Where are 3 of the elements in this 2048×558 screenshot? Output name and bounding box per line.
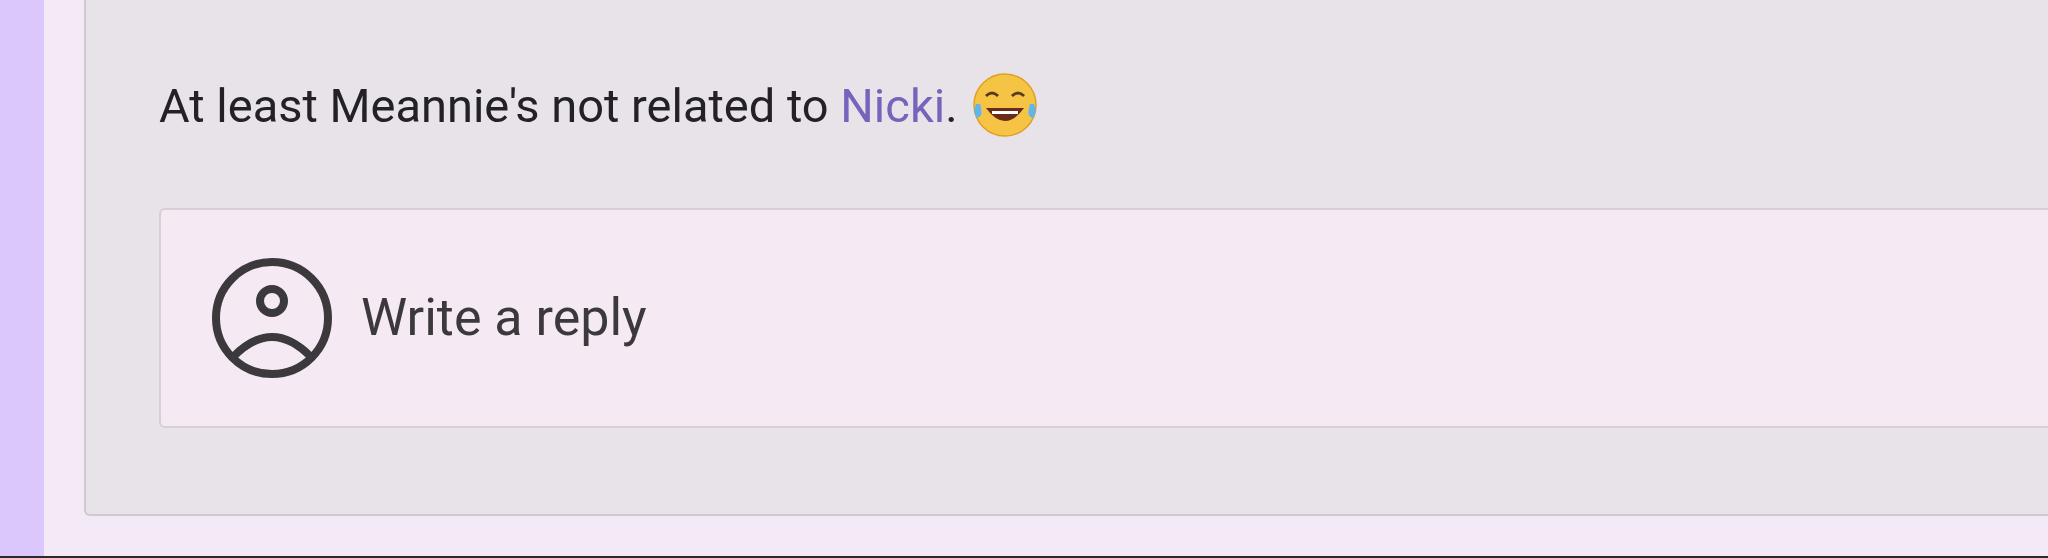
reply-placeholder: Write a reply <box>361 286 647 350</box>
avatar-icon <box>211 257 333 379</box>
reply-field[interactable]: Write a reply <box>159 208 2048 428</box>
